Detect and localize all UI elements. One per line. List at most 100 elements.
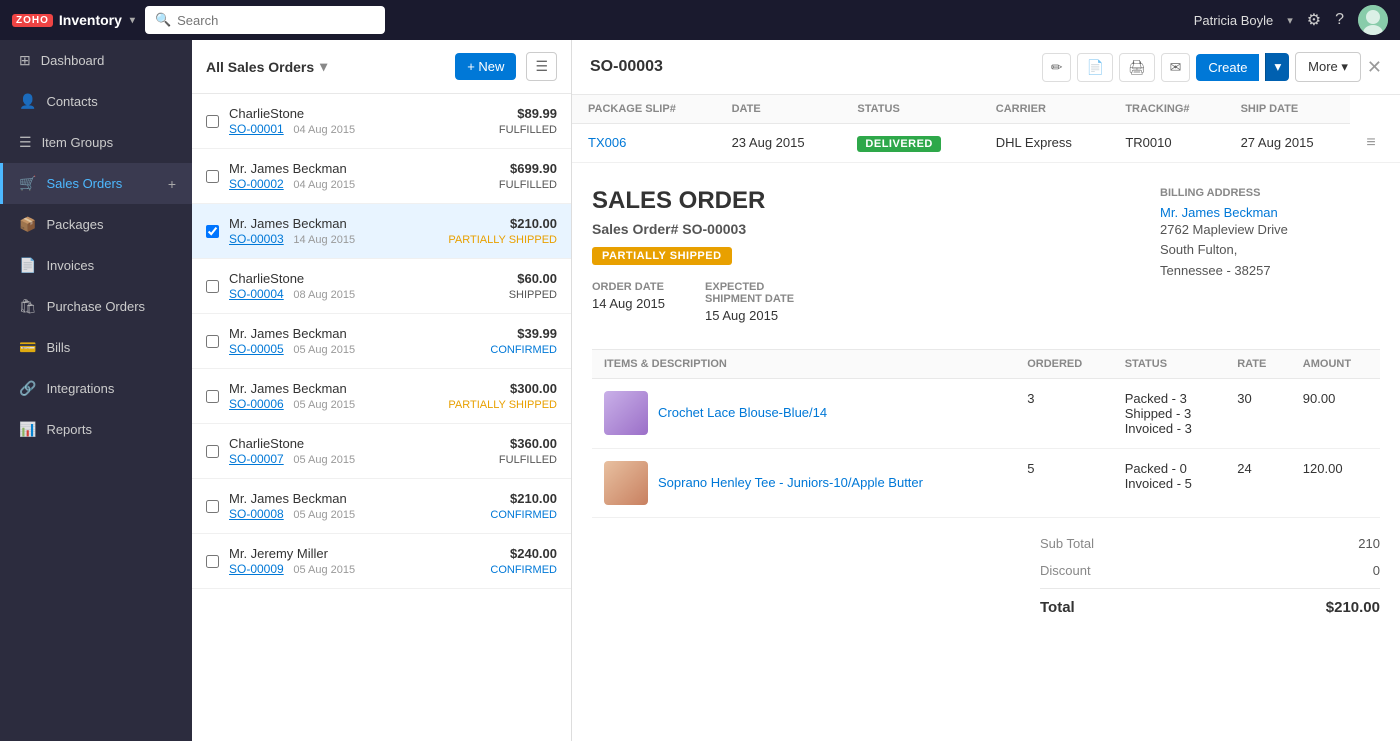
user-dropdown-icon[interactable]: ▾ <box>1287 14 1293 27</box>
order-number-link[interactable]: SO-00002 <box>229 177 284 191</box>
table-row[interactable]: Mr. Jeremy Miller SO-00009 05 Aug 2015 $… <box>192 534 571 589</box>
app-name-label: Inventory <box>59 12 122 28</box>
sidebar-item-reports[interactable]: 📊 Reports <box>0 409 192 450</box>
table-row[interactable]: Mr. James Beckman SO-00006 05 Aug 2015 $… <box>192 369 571 424</box>
billing-address: 2762 Mapleview Drive South Fulton, Tenne… <box>1160 220 1380 282</box>
row-actions[interactable]: ≡ <box>1350 124 1400 163</box>
order-status-badge: PARTIALLY SHIPPED <box>592 247 732 265</box>
app-dropdown-icon[interactable]: ▾ <box>130 15 135 26</box>
order-date: 14 Aug 2015 <box>293 234 355 246</box>
order-item-info: Mr. James Beckman SO-00008 05 Aug 2015 <box>229 491 480 521</box>
order-checkbox[interactable] <box>206 335 219 348</box>
sidebar-item-sales-orders[interactable]: 🛒 Sales Orders + <box>0 163 192 204</box>
table-row[interactable]: Mr. James Beckman SO-00008 05 Aug 2015 $… <box>192 479 571 534</box>
more-button[interactable]: More ▾ <box>1295 52 1361 82</box>
item-name-link[interactable]: Soprano Henley Tee - Juniors-10/Apple Bu… <box>658 475 923 490</box>
sidebar-item-purchase-orders[interactable]: 🛍 Purchase Orders <box>0 286 192 327</box>
table-row[interactable]: Mr. James Beckman SO-00003 14 Aug 2015 $… <box>192 204 571 259</box>
app-logo[interactable]: ZOHO Inventory ▾ <box>12 12 135 28</box>
topbar: ZOHO Inventory ▾ 🔍 Patricia Boyle ▾ ⚙ ? <box>0 0 1400 40</box>
sidebar-item-item-groups[interactable]: ☰ Item Groups <box>0 122 192 163</box>
help-icon[interactable]: ? <box>1335 11 1344 29</box>
sidebar-item-label: Packages <box>46 217 176 232</box>
order-status: PARTIALLY SHIPPED <box>448 234 557 246</box>
order-list-title[interactable]: All Sales Orders ▾ <box>206 58 327 75</box>
table-row[interactable]: CharlieStone SO-00004 08 Aug 2015 $60.00… <box>192 259 571 314</box>
sidebar-item-integrations[interactable]: 🔗 Integrations <box>0 368 192 409</box>
sidebar-item-dashboard[interactable]: ⊞ Dashboard <box>0 40 192 81</box>
order-checkbox[interactable] <box>206 225 219 238</box>
item-image <box>604 461 648 505</box>
order-list-menu-button[interactable]: ☰ <box>526 52 557 81</box>
items-col-header: RATE <box>1225 349 1291 378</box>
detail-header: SO-00003 ✏ 📄 🖨 ✉ Create ▾ More ▾ ✕ <box>572 40 1400 95</box>
sidebar-item-contacts[interactable]: 👤 Contacts <box>0 81 192 122</box>
order-checkbox[interactable] <box>206 500 219 513</box>
table-row[interactable]: CharlieStone SO-00001 04 Aug 2015 $89.99… <box>192 94 571 149</box>
order-number-link[interactable]: SO-00009 <box>229 562 284 576</box>
table-row[interactable]: Soprano Henley Tee - Juniors-10/Apple Bu… <box>592 448 1380 517</box>
order-checkbox[interactable] <box>206 170 219 183</box>
order-checkbox[interactable] <box>206 555 219 568</box>
new-order-button[interactable]: + New <box>455 53 516 80</box>
order-customer-name: Mr. James Beckman <box>229 381 438 396</box>
edit-icon[interactable]: ✏ <box>1042 53 1072 82</box>
settings-icon[interactable]: ⚙ <box>1307 10 1321 30</box>
order-number-link[interactable]: SO-00001 <box>229 122 284 136</box>
table-row[interactable]: Mr. James Beckman SO-00005 05 Aug 2015 $… <box>192 314 571 369</box>
table-row[interactable]: Crochet Lace Blouse-Blue/14 3 Packed - 3… <box>592 378 1380 448</box>
total-label: Total <box>1040 599 1075 616</box>
sidebar-item-bills[interactable]: 💳 Bills <box>0 327 192 368</box>
print-icon[interactable]: 🖨 <box>1119 53 1155 82</box>
document-icon[interactable]: 📄 <box>1077 53 1112 82</box>
email-icon[interactable]: ✉ <box>1161 53 1191 82</box>
totals-table: Sub Total 210 Discount 0 Total $210.00 <box>1040 530 1380 622</box>
create-dropdown-icon[interactable]: ▾ <box>1265 53 1289 81</box>
order-checkbox[interactable] <box>206 280 219 293</box>
order-checkbox[interactable] <box>206 445 219 458</box>
sidebar-item-packages[interactable]: 📦 Packages <box>0 204 192 245</box>
order-status: CONFIRMED <box>490 509 557 521</box>
order-item-right: $210.00 PARTIALLY SHIPPED <box>448 216 557 246</box>
order-number-link[interactable]: SO-00005 <box>229 342 284 356</box>
item-amount: 120.00 <box>1291 448 1380 517</box>
order-number-link[interactable]: SO-00003 <box>229 232 284 246</box>
row-menu-button[interactable]: ≡ <box>1366 134 1375 152</box>
order-date: 05 Aug 2015 <box>293 454 355 466</box>
order-item-info: CharlieStone SO-00004 08 Aug 2015 <box>229 271 499 301</box>
main-content: ⊞ Dashboard 👤 Contacts ☰ Item Groups 🛒 S… <box>0 40 1400 741</box>
order-num-value: SO-00003 <box>682 221 746 237</box>
zoho-badge: ZOHO <box>12 14 53 27</box>
order-checkbox[interactable] <box>206 390 219 403</box>
billing-name[interactable]: Mr. James Beckman <box>1160 205 1380 220</box>
contacts-icon: 👤 <box>19 93 36 110</box>
package-slip[interactable]: TX006 <box>572 124 716 163</box>
table-row[interactable]: Mr. James Beckman SO-00002 04 Aug 2015 $… <box>192 149 571 204</box>
add-sales-order-icon[interactable]: + <box>168 176 176 192</box>
package-slip-link[interactable]: TX006 <box>588 135 626 150</box>
packages-icon: 📦 <box>19 216 36 233</box>
order-checkbox[interactable] <box>206 115 219 128</box>
order-customer-name: CharlieStone <box>229 106 489 121</box>
create-button[interactable]: Create <box>1196 54 1259 81</box>
order-number-link[interactable]: SO-00004 <box>229 287 284 301</box>
close-button[interactable]: ✕ <box>1367 57 1382 78</box>
shipment-table: PACKAGE SLIP#DATESTATUSCARRIERTRACKING#S… <box>572 95 1400 163</box>
order-item-right: $60.00 SHIPPED <box>509 271 557 301</box>
order-customer-name: CharlieStone <box>229 436 489 451</box>
order-number-link[interactable]: SO-00006 <box>229 397 284 411</box>
table-row[interactable]: TX006 23 Aug 2015 DELIVERED DHL Express … <box>572 124 1400 163</box>
avatar[interactable] <box>1358 5 1388 35</box>
order-customer-name: Mr. James Beckman <box>229 326 480 341</box>
table-row[interactable]: CharlieStone SO-00007 05 Aug 2015 $360.0… <box>192 424 571 479</box>
search-input[interactable] <box>177 13 375 28</box>
item-name-link[interactable]: Crochet Lace Blouse-Blue/14 <box>658 405 827 420</box>
order-number-link[interactable]: SO-00007 <box>229 452 284 466</box>
user-name[interactable]: Patricia Boyle <box>1194 13 1273 28</box>
order-number-link[interactable]: SO-00008 <box>229 507 284 521</box>
order-list-dropdown-icon[interactable]: ▾ <box>320 58 327 75</box>
search-icon: 🔍 <box>155 12 171 28</box>
sidebar-item-invoices[interactable]: 📄 Invoices <box>0 245 192 286</box>
items-col-header: ITEMS & DESCRIPTION <box>592 349 1015 378</box>
order-date: 08 Aug 2015 <box>293 289 355 301</box>
